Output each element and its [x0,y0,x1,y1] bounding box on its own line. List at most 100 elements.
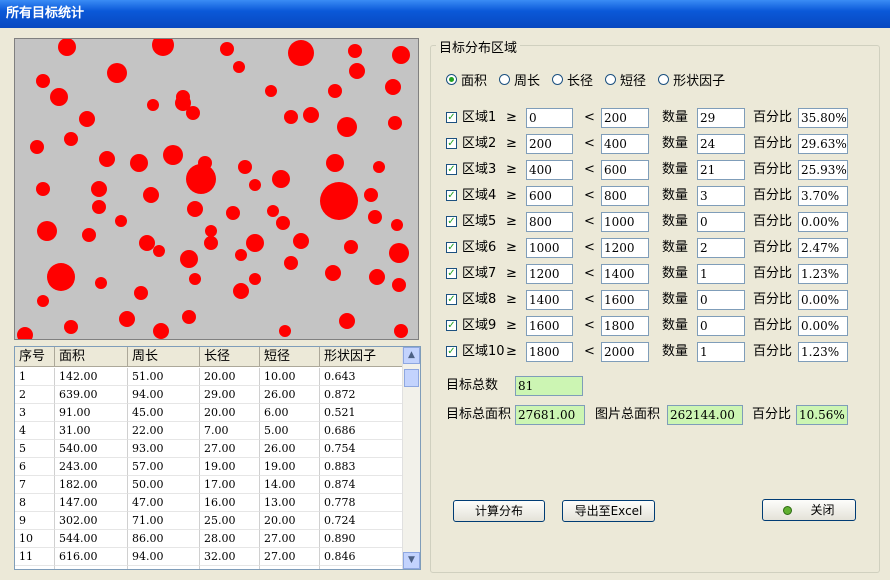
region-max-input[interactable]: 1200 [601,238,649,258]
count-label: 数量 [662,136,689,151]
region-min-input[interactable]: 1200 [526,264,573,284]
region-count-field[interactable]: 0 [697,290,745,310]
scroll-thumb[interactable] [404,369,419,387]
region-min-input[interactable]: 1400 [526,290,573,310]
radio-option[interactable]: 长径 [552,70,593,89]
region-checkbox[interactable]: ✓ [446,216,457,227]
region-checkbox[interactable]: ✓ [446,320,457,331]
region-min-input[interactable]: 800 [526,212,573,232]
column-header[interactable]: 周长 [128,347,200,367]
particle-spot [99,151,115,167]
close-button[interactable]: 关闭 [762,499,856,521]
area-percent-field[interactable]: 10.56% [796,405,848,425]
region-percent-field[interactable]: 1.23% [798,264,848,284]
table-row[interactable]: 5 540.00 93.00 27.00 26.00 0.754 [15,440,403,458]
region-count-field[interactable]: 0 [697,212,745,232]
column-header[interactable]: 序号 [15,347,55,367]
table-row[interactable]: 9 302.00 71.00 25.00 20.00 0.724 [15,512,403,530]
region-percent-field[interactable]: 25.93% [798,160,848,180]
region-min-input[interactable]: 1800 [526,342,573,362]
scroll-up-icon[interactable]: ▲ [403,347,420,364]
region-percent-field[interactable]: 0.00% [798,212,848,232]
total-area-field[interactable]: 27681.00 [515,405,585,425]
radio-icon[interactable] [658,74,670,85]
region-count-field[interactable]: 21 [697,160,745,180]
radio-icon[interactable] [446,74,457,85]
table-row[interactable]: 2 639.00 94.00 29.00 26.00 0.872 [15,386,403,404]
region-checkbox[interactable]: ✓ [446,164,457,175]
region-min-input[interactable]: 1600 [526,316,573,336]
region-max-input[interactable]: 1000 [601,212,649,232]
region-checkbox[interactable]: ✓ [446,112,457,123]
export-excel-button[interactable]: 导出至Excel [562,500,655,522]
region-percent-field[interactable]: 0.00% [798,290,848,310]
region-count-field[interactable]: 3 [697,186,745,206]
region-percent-field[interactable]: 0.00% [798,316,848,336]
region-count-field[interactable]: 24 [697,134,745,154]
region-count-field[interactable]: 1 [697,264,745,284]
table-row[interactable]: 11 616.00 94.00 32.00 27.00 0.846 [15,548,403,566]
total-count-field[interactable]: 81 [515,376,583,396]
radio-icon[interactable] [499,74,511,85]
region-percent-field[interactable]: 3.70% [798,186,848,206]
image-area-field[interactable]: 262144.00 [667,405,743,425]
region-max-input[interactable]: 1600 [601,290,649,310]
region-percent-field[interactable]: 2.47% [798,238,848,258]
radio-option[interactable]: 周长 [499,70,540,89]
column-header[interactable]: 形状因子 [320,347,403,367]
table-row[interactable]: 1 142.00 51.00 20.00 10.00 0.643 [15,368,403,386]
region-min-input[interactable]: 0 [526,108,573,128]
radio-icon[interactable] [552,74,564,85]
region-checkbox[interactable]: ✓ [446,242,457,253]
radio-option[interactable]: 形状因子 [658,70,725,89]
region-max-input[interactable]: 1800 [601,316,649,336]
region-row: ✓ 区域9 ≥1600 <1800 数量 0 百分比 0.00% [446,316,856,336]
region-checkbox[interactable]: ✓ [446,294,457,305]
region-max-input[interactable]: 200 [601,108,649,128]
region-count-field[interactable]: 0 [697,316,745,336]
region-max-input[interactable]: 800 [601,186,649,206]
region-max-input[interactable]: 1400 [601,264,649,284]
region-count-field[interactable]: 1 [697,342,745,362]
column-header[interactable]: 长径 [200,347,260,367]
region-checkbox[interactable]: ✓ [446,346,457,357]
region-checkbox[interactable]: ✓ [446,268,457,279]
column-header[interactable]: 面积 [55,347,128,367]
table-cell: 0.872 [320,386,403,404]
region-percent-field[interactable]: 29.63% [798,134,848,154]
table-row[interactable]: 10 544.00 86.00 28.00 27.00 0.890 [15,530,403,548]
table-row[interactable]: 4 31.00 22.00 7.00 5.00 0.686 [15,422,403,440]
table-row[interactable]: 3 91.00 45.00 20.00 6.00 0.521 [15,404,403,422]
table-scrollbar[interactable]: ▲ ▼ [402,347,420,569]
region-min-input[interactable]: 400 [526,160,573,180]
region-percent-field[interactable]: 1.23% [798,342,848,362]
target-table[interactable]: 序号 面积 周长 长径 短径 形状因子 1 142.00 51.00 20.00 10.00 0.6… [14,346,421,570]
region-count-field[interactable]: 29 [697,108,745,128]
region-max-input[interactable]: 2000 [601,342,649,362]
table-row[interactable]: 12242.0056.0018.0018.000.917 [15,566,403,569]
region-percent-field[interactable]: 35.80% [798,108,848,128]
region-min-input[interactable]: 600 [526,186,573,206]
region-count-field[interactable]: 2 [697,238,745,258]
column-header[interactable]: 短径 [260,347,320,367]
particle-spot [107,63,127,83]
table-row[interactable]: 7 182.00 50.00 17.00 14.00 0.874 [15,476,403,494]
table-row[interactable]: 6 243.00 57.00 19.00 19.00 0.883 [15,458,403,476]
region-checkbox[interactable]: ✓ [446,138,457,149]
radio-option[interactable]: 面积 [446,70,487,89]
region-min-input[interactable]: 1000 [526,238,573,258]
region-max-input[interactable]: 400 [601,134,649,154]
area-percent-label: 百分比 [752,407,792,422]
radio-icon[interactable] [605,74,617,85]
particle-spot [320,182,358,220]
table-row[interactable]: 8 147.00 47.00 16.00 13.00 0.778 [15,494,403,512]
calculate-button[interactable]: 计算分布 [453,500,545,522]
table-cell: 242.00 [55,566,128,569]
scroll-down-icon[interactable]: ▼ [403,552,420,569]
radio-option[interactable]: 短径 [605,70,646,89]
region-min-input[interactable]: 200 [526,134,573,154]
table-cell: 25.00 [200,512,260,530]
region-max-input[interactable]: 600 [601,160,649,180]
region-checkbox[interactable]: ✓ [446,190,457,201]
particle-spot [186,164,216,194]
